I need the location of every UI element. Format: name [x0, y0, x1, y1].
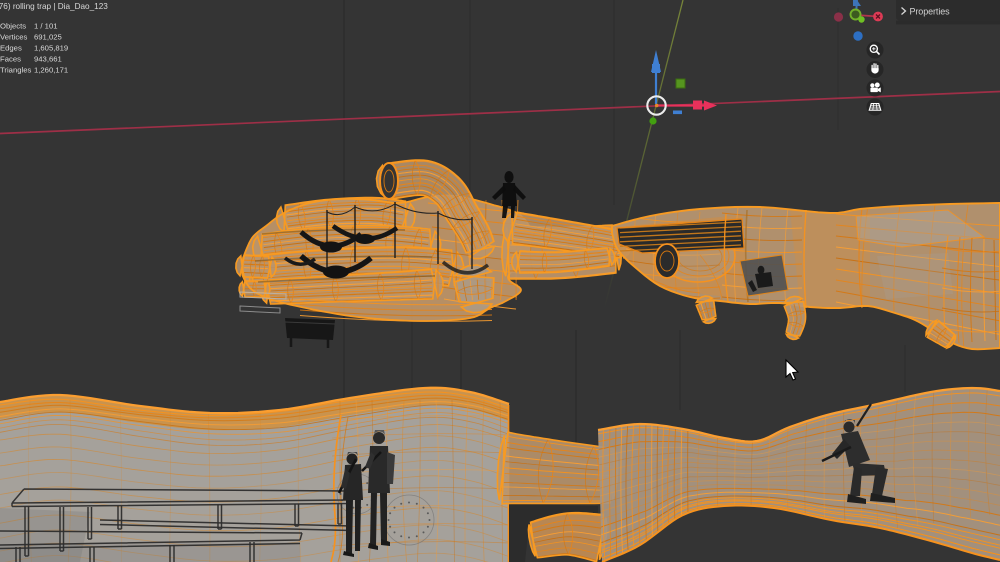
svg-text:691,025: 691,025 — [34, 33, 62, 42]
svg-text:1,260,171: 1,260,171 — [34, 66, 68, 75]
svg-text:1 / 101: 1 / 101 — [34, 22, 58, 31]
svg-text:Objects: Objects — [0, 22, 26, 31]
svg-text:Properties: Properties — [910, 6, 951, 16]
svg-text:Faces: Faces — [0, 55, 21, 64]
svg-text:Vertices: Vertices — [0, 33, 28, 42]
svg-text:943,661: 943,661 — [34, 55, 62, 64]
svg-text:(76) rolling trap | Dia_Dao_12: (76) rolling trap | Dia_Dao_123 — [0, 2, 108, 11]
svg-text:Edges: Edges — [0, 44, 22, 53]
svg-text:Triangles: Triangles — [0, 66, 31, 75]
svg-text:1,605,819: 1,605,819 — [34, 44, 68, 53]
